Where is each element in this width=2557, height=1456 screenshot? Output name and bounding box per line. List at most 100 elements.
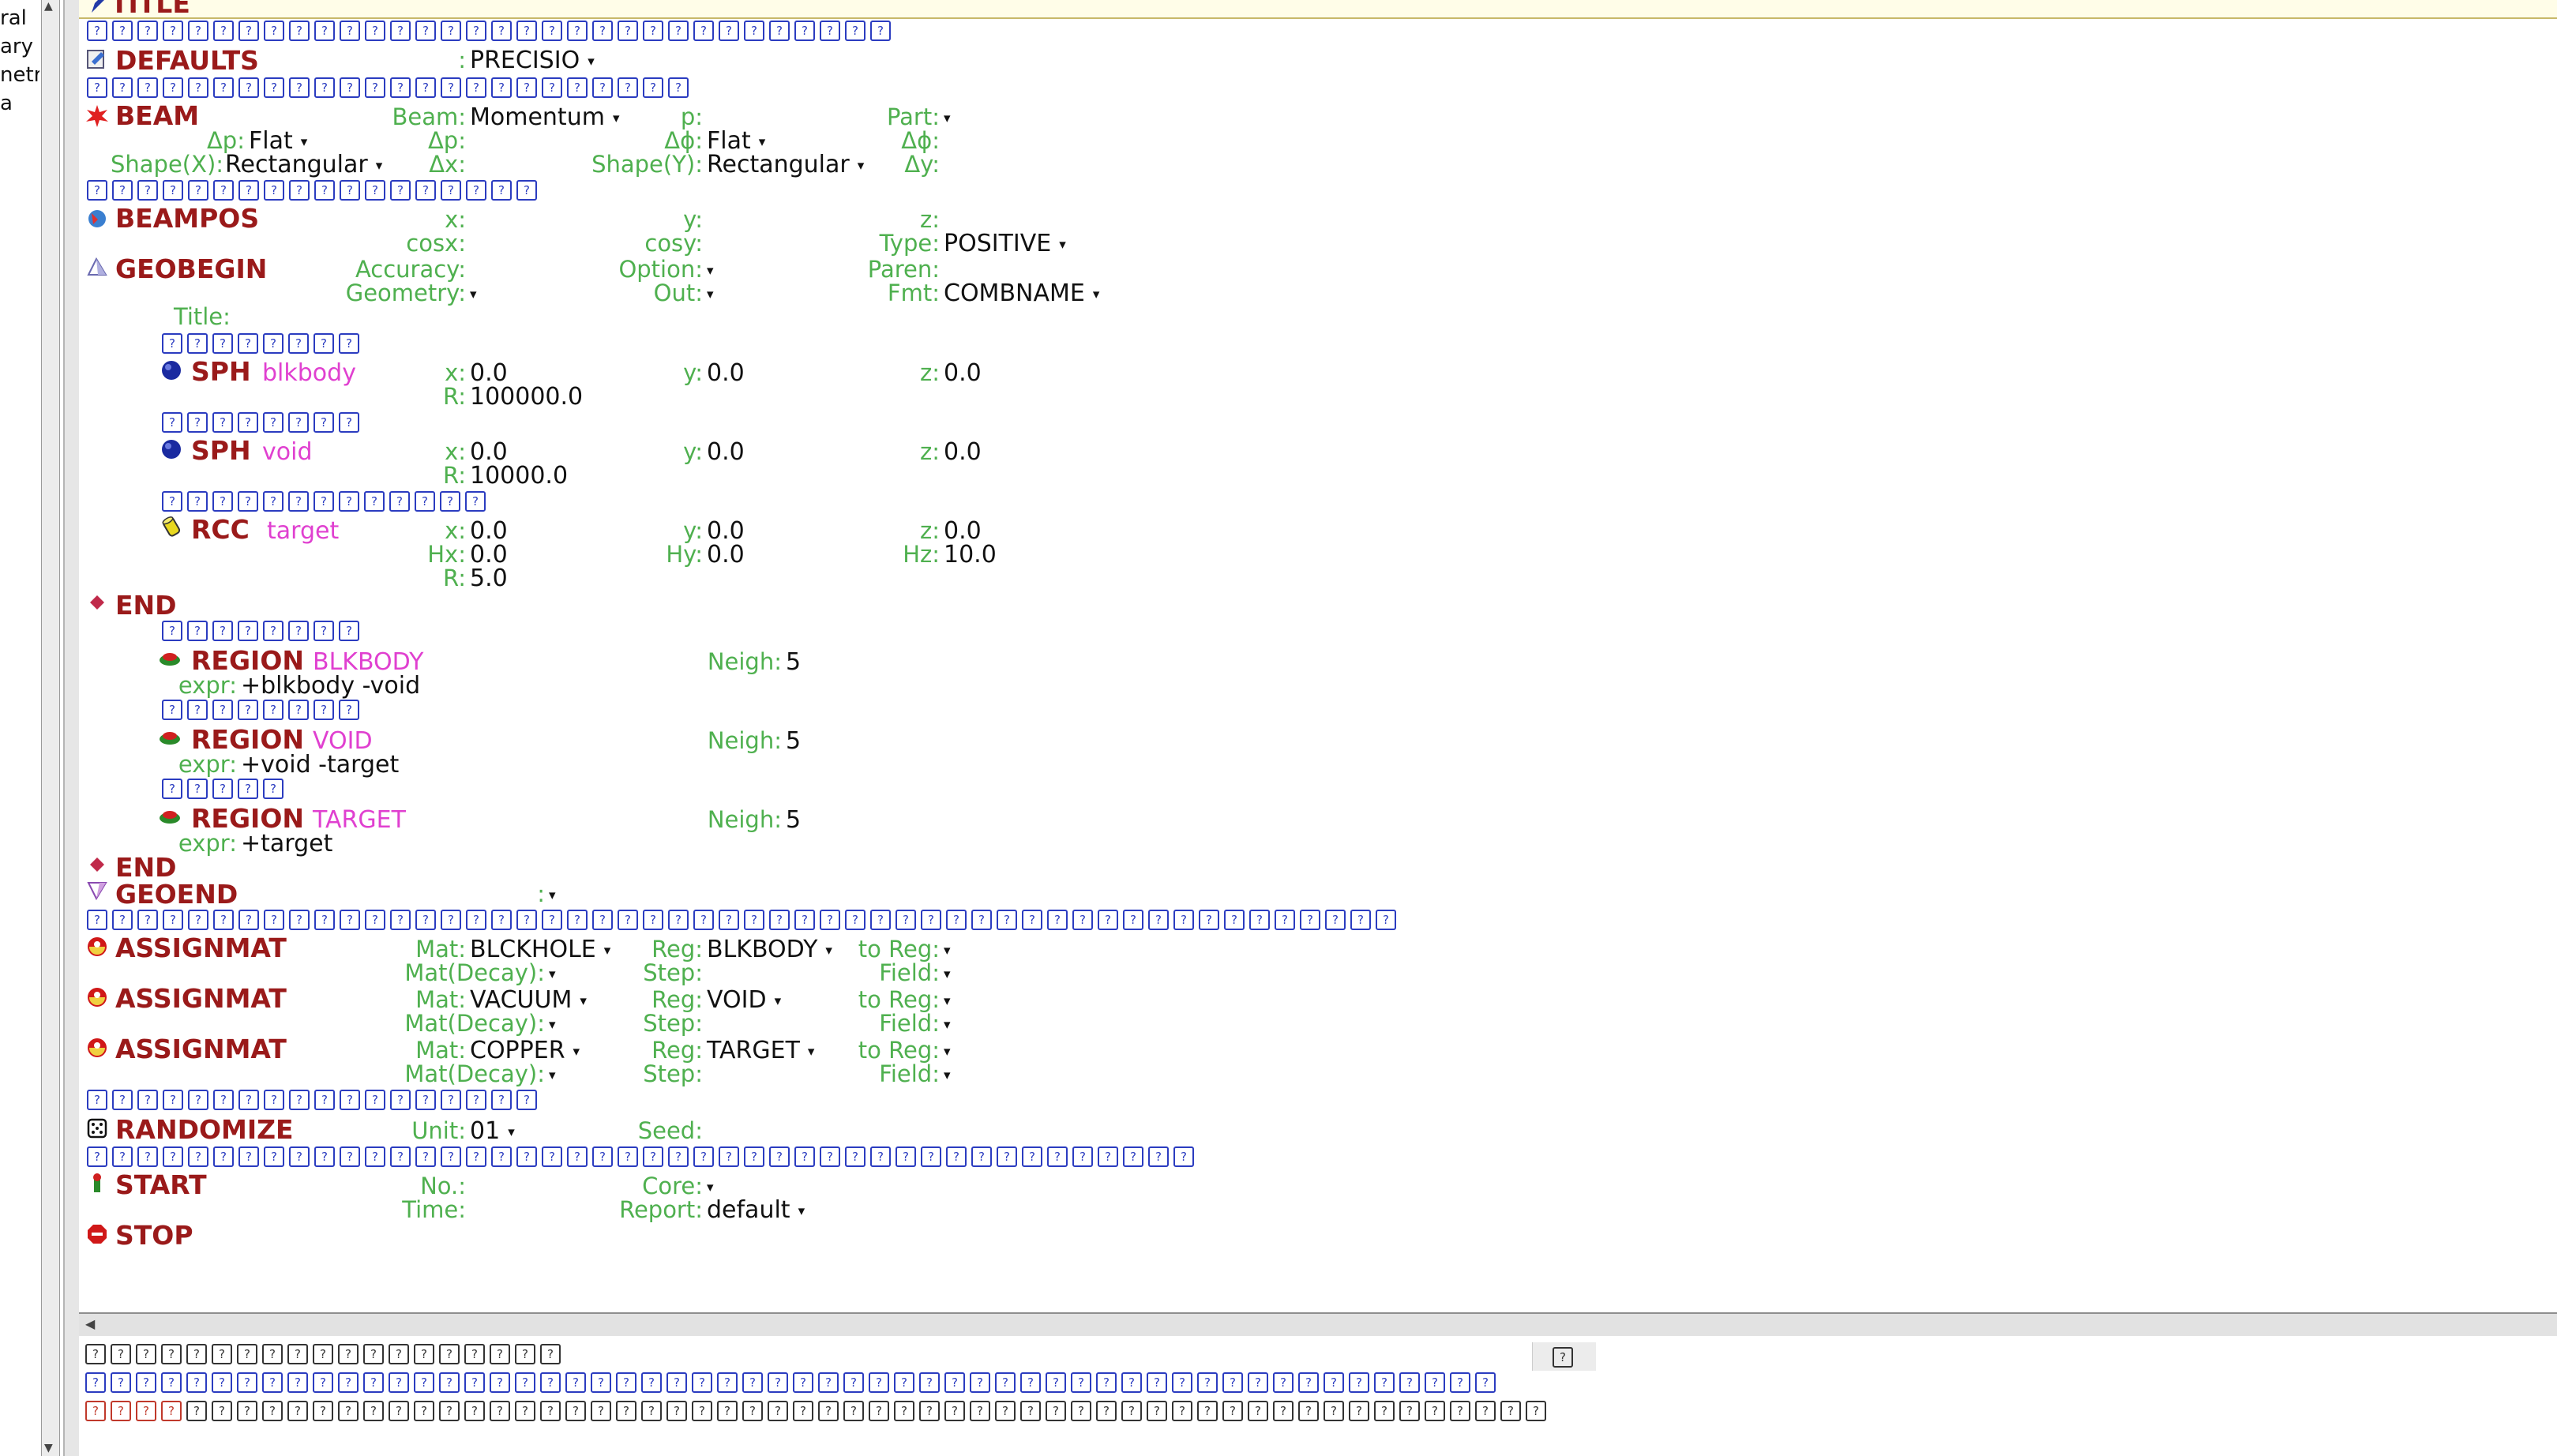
x-value[interactable]: 0.0 bbox=[470, 520, 508, 543]
card-tag-beam[interactable]: BEAM bbox=[115, 103, 199, 129]
expr-value[interactable]: +blkbody -void bbox=[233, 674, 420, 698]
mat-decay-select[interactable]: ▾ bbox=[549, 1063, 556, 1086]
comment-row[interactable]: ???????????????????????????????? bbox=[87, 21, 896, 43]
card-tag-geoend[interactable]: GEOEND bbox=[115, 881, 238, 907]
to-reg-select[interactable]: ▾ bbox=[944, 938, 951, 962]
card-tag-title[interactable]: TITLE bbox=[111, 0, 190, 17]
scroll-up-arrow-icon[interactable]: ▲ bbox=[44, 0, 53, 13]
comment-row[interactable]: ????????????????????????????????????????… bbox=[87, 910, 1401, 932]
mat-decay-select[interactable]: ▾ bbox=[549, 1012, 556, 1036]
body-tag-sph[interactable]: SPH bbox=[191, 437, 251, 463]
defaults-select[interactable]: PRECISIO ▾ bbox=[470, 49, 595, 73]
comment-row[interactable]: ???????? bbox=[162, 333, 364, 355]
comment-row[interactable]: ?????????????????? bbox=[87, 180, 542, 202]
hz-value[interactable]: 10.0 bbox=[944, 543, 997, 567]
card-tag-end[interactable]: END bbox=[115, 592, 177, 618]
region-name[interactable]: VOID bbox=[313, 730, 373, 753]
comment-row[interactable]: ???????? bbox=[162, 412, 364, 434]
x-value[interactable]: 0.0 bbox=[470, 441, 508, 464]
comment-row[interactable]: ?????????????????? bbox=[87, 1090, 542, 1112]
body-name[interactable]: target bbox=[267, 520, 339, 543]
r-value[interactable]: 5.0 bbox=[470, 567, 508, 591]
body-tag-sph[interactable]: SPH bbox=[191, 358, 251, 385]
field-select[interactable]: ▾ bbox=[944, 962, 951, 985]
field-select[interactable]: ▾ bbox=[944, 1012, 951, 1036]
geometry-select[interactable]: ▾ bbox=[470, 282, 477, 306]
hx-value[interactable]: 0.0 bbox=[470, 543, 508, 567]
y-value[interactable]: 0.0 bbox=[707, 520, 745, 543]
dphi-select[interactable]: Flat ▾ bbox=[707, 129, 765, 153]
body-name[interactable]: void bbox=[262, 441, 313, 464]
core-select[interactable]: ▾ bbox=[707, 1175, 714, 1199]
geoend-select[interactable]: ▾ bbox=[549, 883, 556, 906]
card-tag-geobegin[interactable]: GEOBEGIN bbox=[115, 256, 267, 282]
to-reg-select[interactable]: ▾ bbox=[944, 1039, 951, 1063]
out-select[interactable]: ▾ bbox=[707, 282, 714, 306]
option-select[interactable]: ▾ bbox=[707, 258, 714, 282]
scroll-left-arrow-icon[interactable]: ◀ bbox=[85, 1316, 95, 1331]
mat-select[interactable]: BLCKHOLE ▾ bbox=[470, 938, 610, 962]
to-reg-select[interactable]: ▾ bbox=[944, 989, 951, 1012]
dp-select[interactable]: Flat ▾ bbox=[249, 129, 307, 153]
r-value[interactable]: 100000.0 bbox=[470, 385, 583, 409]
card-tag-randomize[interactable]: RANDOMIZE bbox=[115, 1116, 294, 1143]
comment-row[interactable]: ???????????????????????? bbox=[87, 77, 693, 99]
z-value[interactable]: 0.0 bbox=[944, 441, 982, 464]
expr-value[interactable]: +target bbox=[233, 832, 332, 856]
type-select[interactable]: POSITIVE ▾ bbox=[944, 232, 1066, 256]
mat-select[interactable]: COPPER ▾ bbox=[470, 1039, 580, 1063]
status-indicator[interactable]: ? bbox=[1532, 1342, 1596, 1371]
card-tag-defaults[interactable]: DEFAULTS bbox=[115, 47, 259, 73]
comment-row[interactable]: ???????? bbox=[162, 621, 364, 643]
y-value[interactable]: 0.0 bbox=[707, 362, 745, 385]
card-tag-assignmat[interactable]: ASSIGNMAT bbox=[115, 935, 287, 961]
z-value[interactable]: 0.0 bbox=[944, 362, 982, 385]
neigh-value[interactable]: 5 bbox=[786, 809, 801, 832]
y-value[interactable]: 0.0 bbox=[707, 441, 745, 464]
reg-select[interactable]: TARGET ▾ bbox=[707, 1039, 814, 1063]
card-tag-beampos[interactable]: BEAMPOS bbox=[115, 205, 259, 231]
z-value[interactable]: 0.0 bbox=[944, 520, 982, 543]
region-tag[interactable]: REGION bbox=[191, 726, 304, 752]
body-tag-rcc[interactable]: RCC bbox=[191, 516, 250, 542]
hy-value[interactable]: 0.0 bbox=[707, 543, 745, 567]
panel-splitter[interactable] bbox=[63, 0, 81, 1456]
card-tag-assignmat[interactable]: ASSIGNMAT bbox=[115, 985, 287, 1011]
neigh-value[interactable]: 5 bbox=[786, 651, 801, 674]
field-select[interactable]: ▾ bbox=[944, 1063, 951, 1086]
shapey-select[interactable]: Rectangular ▾ bbox=[707, 153, 864, 177]
scroll-down-arrow-icon[interactable]: ▼ bbox=[44, 1442, 53, 1454]
region-tag[interactable]: REGION bbox=[191, 647, 304, 674]
card-tag-stop[interactable]: STOP bbox=[115, 1222, 193, 1248]
card-tag-start[interactable]: START bbox=[115, 1172, 207, 1198]
left-vertical-scrollbar[interactable]: ▲ ▼ bbox=[41, 0, 60, 1456]
card-tag-assignmat[interactable]: ASSIGNMAT bbox=[115, 1036, 287, 1062]
beam-type-select[interactable]: Momentum ▾ bbox=[470, 106, 619, 129]
card-tag-end[interactable]: END bbox=[115, 854, 177, 880]
fmt-select[interactable]: COMBNAME ▾ bbox=[944, 282, 1099, 306]
expr-value[interactable]: +void -target bbox=[233, 753, 399, 777]
part-select[interactable]: ▾ bbox=[944, 106, 951, 129]
r-value[interactable]: 10000.0 bbox=[470, 464, 568, 488]
reg-select[interactable]: VOID ▾ bbox=[707, 989, 781, 1012]
region-name[interactable]: TARGET bbox=[313, 809, 406, 832]
unit-select[interactable]: 01 ▾ bbox=[470, 1120, 515, 1143]
region-tag[interactable]: REGION bbox=[191, 805, 304, 831]
horizontal-scrollbar[interactable]: ◀ bbox=[79, 1312, 2557, 1338]
x-value[interactable]: 0.0 bbox=[470, 362, 508, 385]
reg-select[interactable]: BLKBODY ▾ bbox=[707, 938, 832, 962]
region-name[interactable]: BLKBODY bbox=[313, 651, 423, 674]
placeholder-glyph: ? bbox=[112, 1146, 133, 1167]
placeholder-glyph: ? bbox=[1046, 1372, 1066, 1393]
shapex-select[interactable]: Rectangular ▾ bbox=[225, 153, 382, 177]
comment-row[interactable]: ????????????????????????????????????????… bbox=[87, 1146, 1199, 1169]
comment-row[interactable]: ???????? bbox=[162, 700, 364, 722]
neigh-value[interactable]: 5 bbox=[786, 730, 801, 753]
body-name[interactable]: blkbody bbox=[262, 362, 356, 385]
report-select[interactable]: default ▾ bbox=[707, 1199, 805, 1222]
mat-decay-select[interactable]: ▾ bbox=[549, 962, 556, 985]
help-icon[interactable]: ? bbox=[1553, 1347, 1573, 1368]
comment-row[interactable]: ????????????? bbox=[162, 491, 490, 513]
comment-row[interactable]: ????? bbox=[162, 779, 288, 801]
mat-select[interactable]: VACUUM ▾ bbox=[470, 989, 587, 1012]
